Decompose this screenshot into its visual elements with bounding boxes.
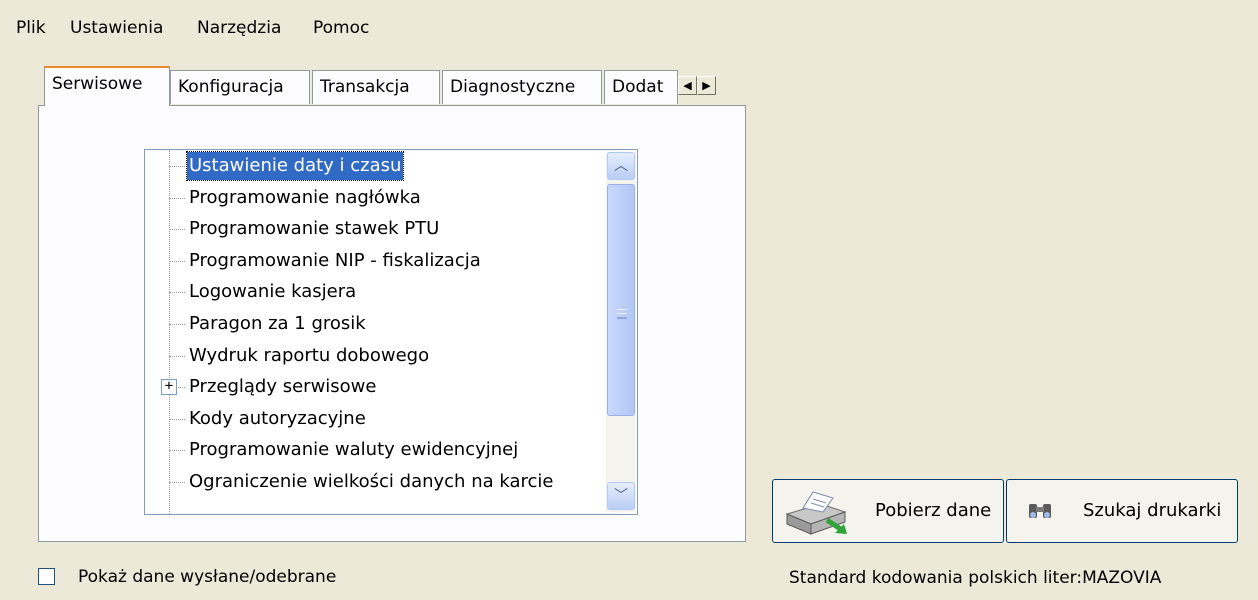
tree-connector xyxy=(169,166,185,167)
service-tree[interactable]: Ustawienie daty i czasu Programowanie nag… xyxy=(144,149,638,515)
tree-connector xyxy=(169,482,185,483)
tree-item-label: Programowanie NIP - fiskalizacja xyxy=(189,249,481,271)
tab-scroll-left-button[interactable]: ◀ xyxy=(678,76,697,95)
tree-connector xyxy=(169,418,185,420)
grip-icon xyxy=(617,309,627,319)
tree-line xyxy=(169,150,170,514)
arrow-left-icon: ◀ xyxy=(683,79,692,92)
tree-connector xyxy=(169,229,185,231)
tree-item-label: Przeglądy serwisowe xyxy=(189,376,377,398)
scroll-down-button[interactable]: ﹀ xyxy=(607,482,635,510)
menu-plik[interactable]: Plik xyxy=(16,18,46,38)
tab-scroll-right-button[interactable]: ▶ xyxy=(697,76,716,95)
menu-narzedzia[interactable]: Narzędzia xyxy=(197,18,281,38)
tree-item-label: Ustawienie daty i czasu xyxy=(185,151,405,181)
tree-item-label: Ograniczenie wielkości danych na karcie xyxy=(189,471,554,492)
chevron-up-icon: ︿ xyxy=(614,158,628,174)
tree-item-label: Kody autoryzacyjne xyxy=(189,407,366,429)
expand-plus-icon[interactable]: + xyxy=(161,379,177,396)
fetch-data-button[interactable]: Pobierz dane xyxy=(772,479,1004,543)
chevron-down-icon: ﹀ xyxy=(614,488,628,504)
fetch-data-label: Pobierz dane xyxy=(875,500,992,521)
tab-transakcja[interactable]: Transakcja xyxy=(312,70,440,104)
find-printer-label: Szukaj drukarki xyxy=(1083,500,1222,521)
tree-scrollbar[interactable]: ︿ ﹀ xyxy=(606,152,636,512)
tab-dodatkowe[interactable]: Dodat xyxy=(604,70,678,104)
encoding-status: Standard kodowania polskich liter:MAZOVI… xyxy=(789,568,1162,588)
tree-item-label: Programowanie stawek PTU xyxy=(189,218,440,240)
tree-connector xyxy=(169,292,185,294)
tree-connector xyxy=(169,450,185,452)
tab-konfiguracja[interactable]: Konfiguracja xyxy=(170,70,310,104)
tree-item-label: Logowanie kasjera xyxy=(189,281,357,303)
menu-pomoc[interactable]: Pomoc xyxy=(313,18,369,38)
tree-item-label: Programowanie nagłówka xyxy=(189,186,421,208)
printer-download-icon xyxy=(785,491,847,535)
show-data-label: Pokaż dane wysłane/odebrane xyxy=(78,567,337,587)
tab-serwisowe[interactable]: Serwisowe xyxy=(44,66,170,106)
scroll-up-button[interactable]: ︿ xyxy=(607,152,635,180)
scroll-thumb[interactable] xyxy=(607,184,635,416)
show-data-checkbox[interactable] xyxy=(38,568,55,585)
tree-connector xyxy=(169,355,185,357)
binoculars-icon xyxy=(1029,504,1051,518)
menu-ustawienia[interactable]: Ustawienia xyxy=(70,18,163,38)
tree-item-label: Paragon za 1 grosik xyxy=(189,313,366,334)
tree-connector xyxy=(169,324,185,325)
menu-bar: Plik Ustawienia Narzędzia Pomoc xyxy=(0,0,1258,40)
tab-diagnostyczne[interactable]: Diagnostyczne xyxy=(442,70,602,104)
tree-item-label: Wydruk raportu dobowego xyxy=(189,344,430,366)
arrow-right-icon: ▶ xyxy=(702,79,711,92)
tree-connector xyxy=(169,260,185,262)
tree-item-label: Programowanie waluty ewidencyjnej xyxy=(189,439,519,461)
tree-connector xyxy=(169,197,185,199)
find-printer-button[interactable]: Szukaj drukarki xyxy=(1006,479,1238,543)
